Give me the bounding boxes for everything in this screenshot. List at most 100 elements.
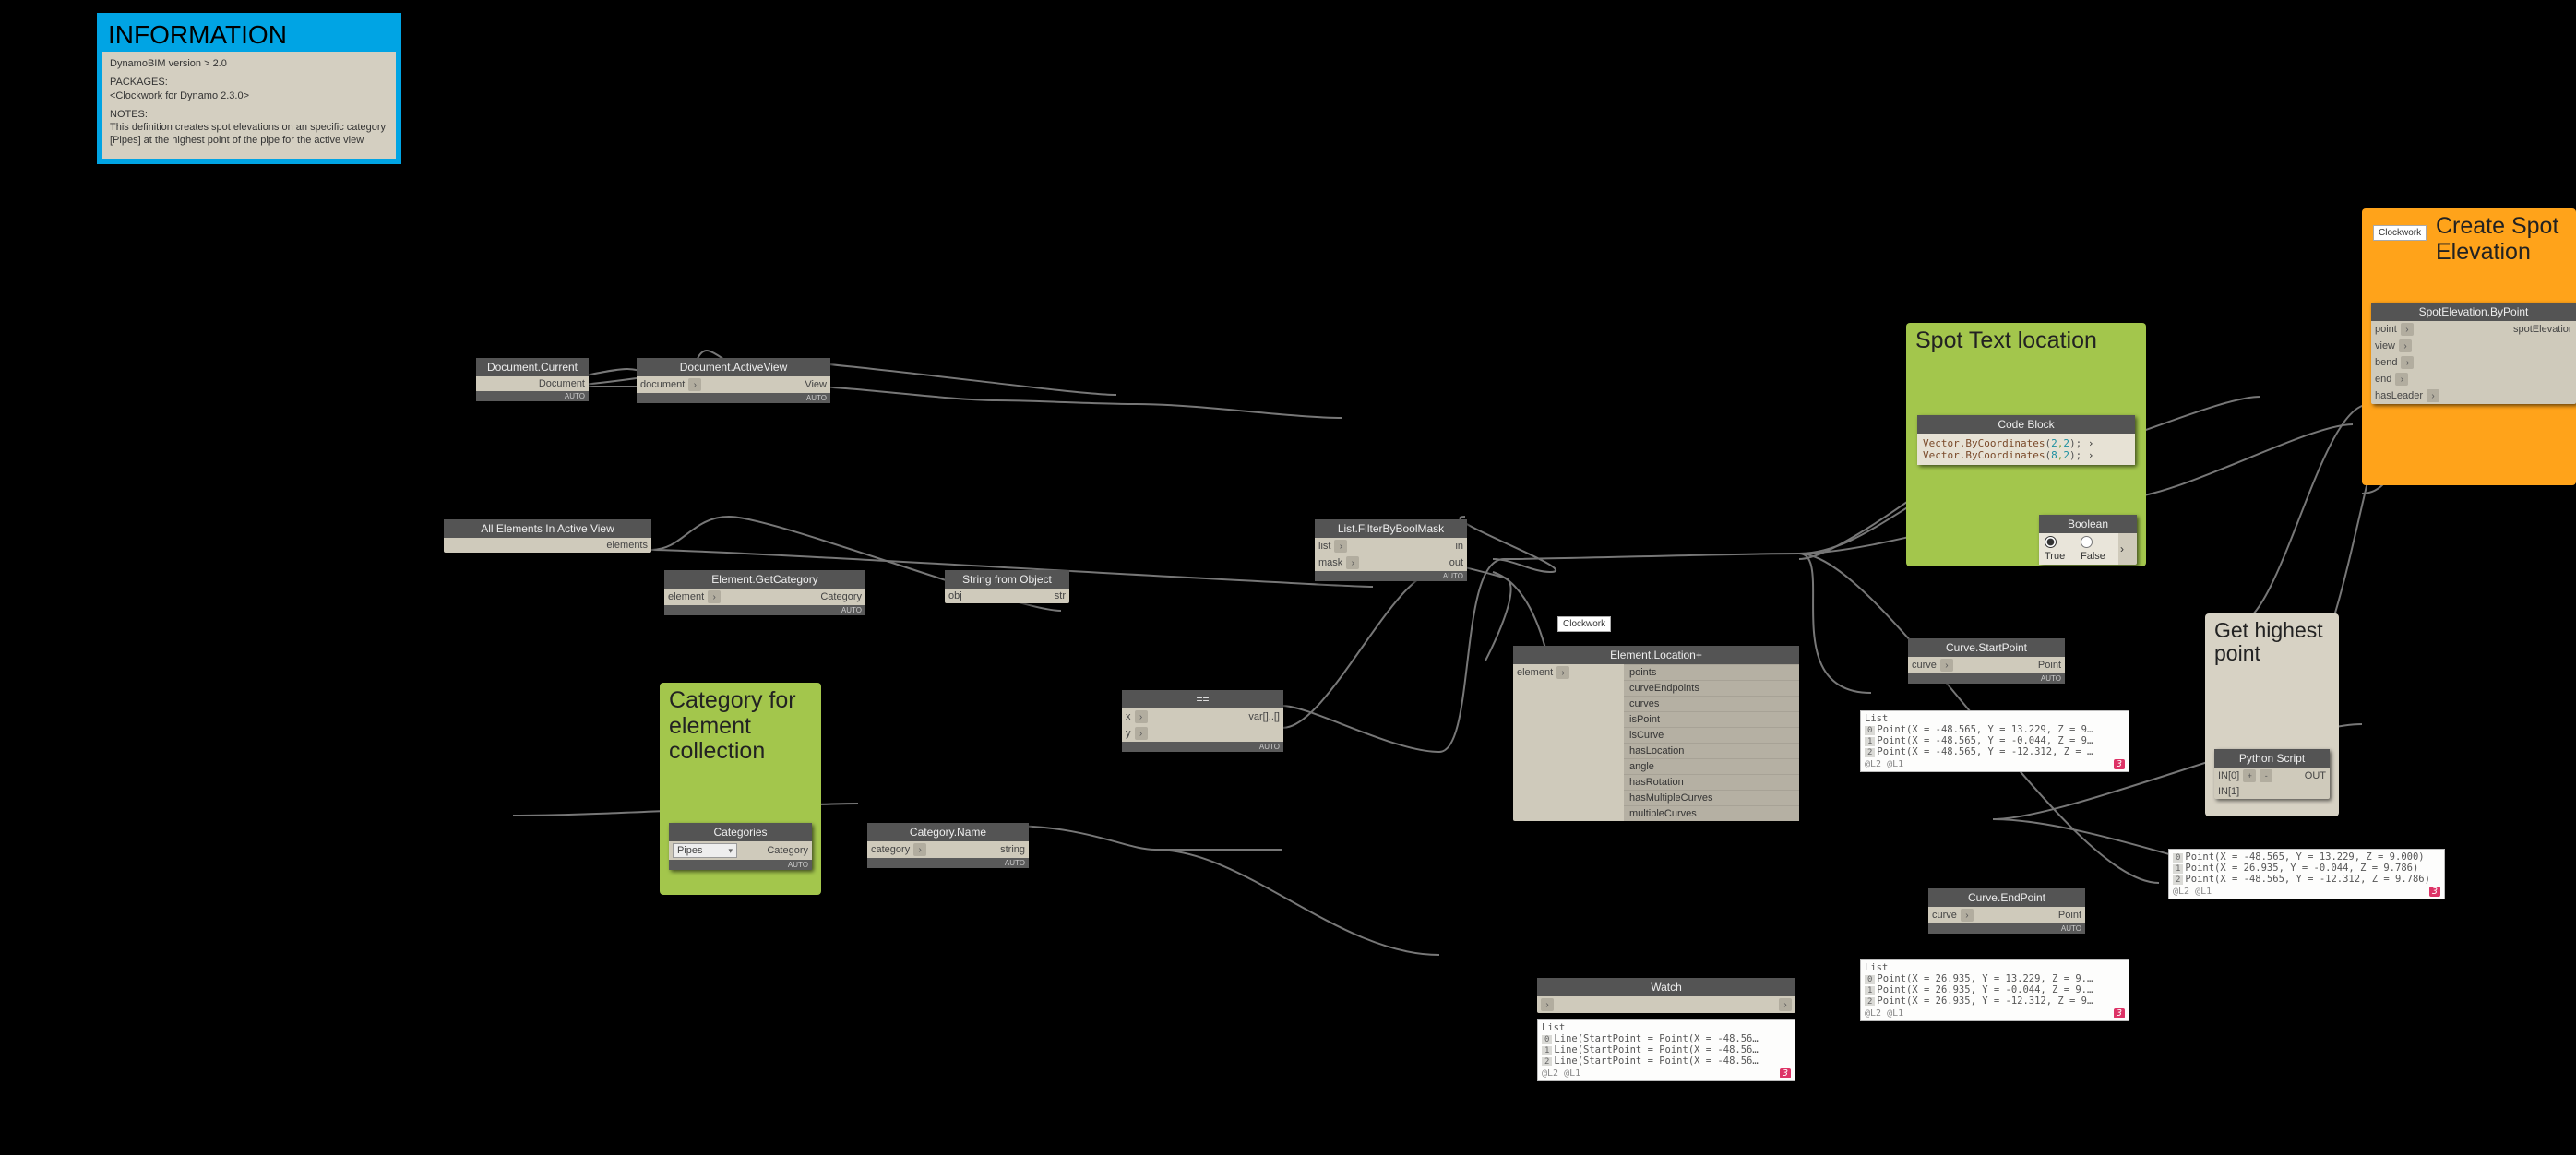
- chevron-right-icon[interactable]: ›: [2427, 389, 2439, 402]
- port-in[interactable]: hasLeader: [2375, 390, 2423, 401]
- port-in-y[interactable]: y: [1126, 728, 1131, 739]
- port-out[interactable]: OUT: [2305, 770, 2326, 781]
- node-watch[interactable]: Watch › ›: [1537, 978, 1795, 1013]
- categories-selected: Pipes: [677, 845, 703, 856]
- chevron-right-icon[interactable]: ›: [1779, 998, 1792, 1011]
- node-boolean[interactable]: Boolean True False ›: [2039, 515, 2137, 565]
- port-out[interactable]: curves: [1624, 696, 1799, 711]
- node-categories[interactable]: Categories Pipes ▾ Category AUTO: [669, 823, 812, 870]
- port-in-mask[interactable]: mask: [1318, 557, 1342, 568]
- port-out[interactable]: angle: [1624, 758, 1799, 774]
- chevron-right-icon[interactable]: ›: [2120, 542, 2135, 555]
- node-title: Element.GetCategory: [664, 570, 865, 589]
- port-out[interactable]: var[]..[]: [1248, 711, 1280, 722]
- port-out-in[interactable]: in: [1455, 541, 1463, 552]
- preview-label: List: [1542, 1022, 1791, 1033]
- port-out[interactable]: str: [1055, 590, 1066, 601]
- node-lacing: AUTO: [867, 858, 1029, 868]
- node-code-block[interactable]: Code Block Vector.ByCoordinates(2,2); › …: [1917, 415, 2135, 465]
- port-out[interactable]: string: [1000, 844, 1025, 855]
- group-title: Spot Text location: [1915, 328, 2137, 354]
- port-out[interactable]: isCurve: [1624, 727, 1799, 743]
- port-in0[interactable]: IN[0]: [2218, 770, 2239, 781]
- chevron-right-icon[interactable]: ›: [1940, 659, 1953, 672]
- chevron-right-icon[interactable]: ›: [1135, 727, 1148, 740]
- preview-levels: @L2 @L1: [1542, 1068, 1580, 1078]
- chevron-right-icon[interactable]: ›: [913, 843, 926, 856]
- node-document-activeview[interactable]: Document.ActiveView document › View AUTO: [637, 358, 830, 403]
- node-element-get-category[interactable]: Element.GetCategory element › Category A…: [664, 570, 865, 615]
- chevron-right-icon[interactable]: ›: [1961, 909, 1974, 922]
- port-out[interactable]: Category: [767, 845, 808, 856]
- chevron-right-icon[interactable]: ›: [2401, 323, 2414, 336]
- node-title: Curve.StartPoint: [1908, 638, 2065, 657]
- port-in[interactable]: category: [871, 844, 910, 855]
- port-in[interactable]: end: [2375, 374, 2391, 385]
- package-tag-clockwork: Clockwork: [1557, 616, 1611, 632]
- boolean-false-option[interactable]: False: [2081, 536, 2113, 562]
- port-out[interactable]: View: [805, 379, 827, 390]
- port-in[interactable]: obj: [948, 590, 962, 601]
- port-in[interactable]: curve: [1912, 660, 1937, 671]
- node-curve-startpoint[interactable]: Curve.StartPoint curve › Point AUTO: [1908, 638, 2065, 684]
- node-string-from-object[interactable]: String from Object obj str: [945, 570, 1069, 603]
- chevron-right-icon[interactable]: ›: [2401, 356, 2414, 369]
- boolean-true-option[interactable]: True: [2045, 536, 2073, 562]
- info-notes: This definition creates spot elevations …: [110, 122, 386, 146]
- node-category-name[interactable]: Category.Name category › string AUTO: [867, 823, 1029, 868]
- port-in[interactable]: element: [668, 591, 704, 602]
- port-in[interactable]: point: [2375, 324, 2397, 335]
- node-equals[interactable]: == x › var[]..[] y › AUTO: [1122, 690, 1283, 752]
- chevron-right-icon[interactable]: ›: [1556, 666, 1569, 679]
- port-in[interactable]: document: [640, 379, 685, 390]
- preview-line: Point(X = -48.565, Y = -0.044, Z = 9…: [1877, 735, 2093, 746]
- chevron-right-icon[interactable]: ›: [1541, 998, 1554, 1011]
- chevron-right-icon[interactable]: ›: [1346, 556, 1359, 569]
- port-out[interactable]: points: [1624, 664, 1799, 680]
- info-notes-label: NOTES:: [110, 109, 148, 120]
- port-out[interactable]: multipleCurves: [1624, 805, 1799, 821]
- port-in[interactable]: view: [2375, 340, 2395, 351]
- port-in1[interactable]: IN[1]: [2218, 786, 2239, 797]
- port-out[interactable]: Category: [820, 591, 862, 602]
- port-out[interactable]: isPoint: [1624, 711, 1799, 727]
- port-in-list[interactable]: list: [1318, 541, 1330, 552]
- chevron-right-icon[interactable]: ›: [688, 378, 701, 391]
- info-packages: <Clockwork for Dynamo 2.3.0>: [110, 90, 249, 101]
- chevron-right-icon[interactable]: ›: [1334, 540, 1347, 553]
- port-out[interactable]: hasRotation: [1624, 774, 1799, 790]
- node-title: Category.Name: [867, 823, 1029, 841]
- preview-count: 3: [2114, 759, 2125, 769]
- plus-button[interactable]: +: [2243, 769, 2256, 782]
- preview-line: Point(X = 26.935, Y = -0.044, Z = 9.…: [1877, 984, 2093, 995]
- port-in[interactable]: curve: [1932, 910, 1957, 921]
- port-out[interactable]: hasMultipleCurves: [1624, 790, 1799, 805]
- port-in[interactable]: bend: [2375, 357, 2397, 368]
- minus-button[interactable]: -: [2260, 769, 2272, 782]
- port-out[interactable]: spotElevation: [2513, 324, 2572, 335]
- node-spot-elevation-by-point[interactable]: SpotElevation.ByPoint point › spotElevat…: [2371, 303, 2576, 404]
- code-block-content[interactable]: Vector.ByCoordinates(2,2); › Vector.ByCo…: [1917, 434, 2135, 465]
- node-filter-by-boolmask[interactable]: List.FilterByBoolMask list › in mask › o…: [1315, 519, 1467, 581]
- port-in-x[interactable]: x: [1126, 711, 1131, 722]
- categories-dropdown[interactable]: Pipes ▾: [673, 843, 737, 858]
- node-title: Code Block: [1917, 415, 2135, 434]
- chevron-right-icon[interactable]: ›: [708, 590, 721, 603]
- port-out[interactable]: elements: [606, 540, 648, 551]
- node-curve-endpoint[interactable]: Curve.EndPoint curve › Point AUTO: [1928, 888, 2085, 934]
- port-out[interactable]: Document: [539, 378, 585, 389]
- preview-count: 3: [1780, 1068, 1791, 1078]
- node-python-script[interactable]: Python Script IN[0] + - OUT IN[1]: [2214, 749, 2330, 799]
- port-out[interactable]: Point: [2058, 910, 2081, 921]
- chevron-right-icon[interactable]: ›: [2395, 373, 2408, 386]
- chevron-right-icon[interactable]: ›: [1135, 710, 1148, 723]
- port-out[interactable]: curveEndpoints: [1624, 680, 1799, 696]
- node-element-location-plus[interactable]: Element.Location+ element › points curve…: [1513, 646, 1799, 821]
- port-out[interactable]: Point: [2038, 660, 2061, 671]
- node-document-current[interactable]: Document.Current Document AUTO: [476, 358, 589, 401]
- port-out-out[interactable]: out: [1449, 557, 1463, 568]
- port-out[interactable]: hasLocation: [1624, 743, 1799, 758]
- port-in[interactable]: element: [1517, 667, 1553, 678]
- node-all-elements-active-view[interactable]: All Elements In Active View elements: [444, 519, 651, 553]
- chevron-right-icon[interactable]: ›: [2399, 339, 2412, 352]
